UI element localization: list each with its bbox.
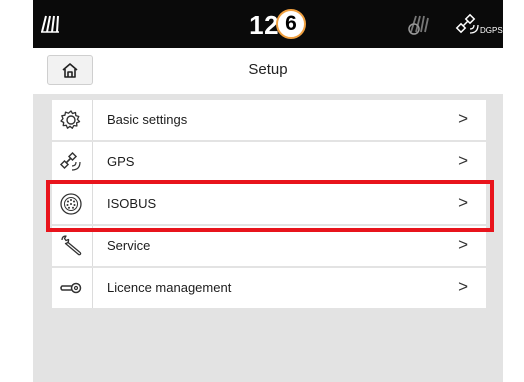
menu-item-gps[interactable]: GPS >: [52, 142, 486, 182]
satellite-icon: [58, 150, 84, 174]
page-title: Setup: [248, 61, 288, 78]
step-number-badge: 6: [276, 9, 306, 39]
menu-item-label: GPS: [107, 154, 135, 169]
status-bar: 12. 6 DGPS: [33, 0, 503, 48]
clock-time: 12.: [249, 10, 287, 40]
item-separator: [92, 268, 93, 308]
menu-item-licence-management[interactable]: Licence management >: [52, 268, 486, 308]
menu-item-isobus[interactable]: ISOBUS >: [52, 184, 486, 224]
item-separator: [92, 142, 93, 182]
menu-item-label: Licence management: [107, 280, 232, 295]
content-area: Basic settings > GPS > ISOBUS > Service …: [33, 94, 503, 382]
menu-item-label: Basic settings: [107, 112, 188, 127]
key-icon: [58, 276, 84, 300]
chevron-right-icon: >: [458, 193, 468, 212]
item-separator: [92, 226, 93, 266]
isobus-connector-icon: [58, 192, 84, 216]
wrench-icon: [58, 234, 84, 258]
item-separator: [92, 184, 93, 224]
menu-item-label: ISOBUS: [107, 196, 157, 211]
setup-menu-list: Basic settings > GPS > ISOBUS > Service …: [52, 100, 486, 310]
menu-item-basic-settings[interactable]: Basic settings >: [52, 100, 486, 140]
menu-item-service[interactable]: Service >: [52, 226, 486, 266]
satellite-status-icon[interactable]: [455, 11, 481, 37]
chevron-right-icon: >: [458, 277, 468, 296]
chevron-right-icon: >: [458, 151, 468, 170]
menu-item-label: Service: [107, 238, 151, 253]
title-bar: Setup: [33, 48, 503, 95]
gear-icon: [58, 108, 84, 132]
gps-mode-label: DGPS: [480, 26, 503, 35]
chevron-right-icon: >: [458, 235, 468, 254]
chevron-right-icon: >: [458, 109, 468, 128]
steering-wheel-icon[interactable]: [407, 12, 431, 36]
item-separator: [92, 100, 93, 140]
